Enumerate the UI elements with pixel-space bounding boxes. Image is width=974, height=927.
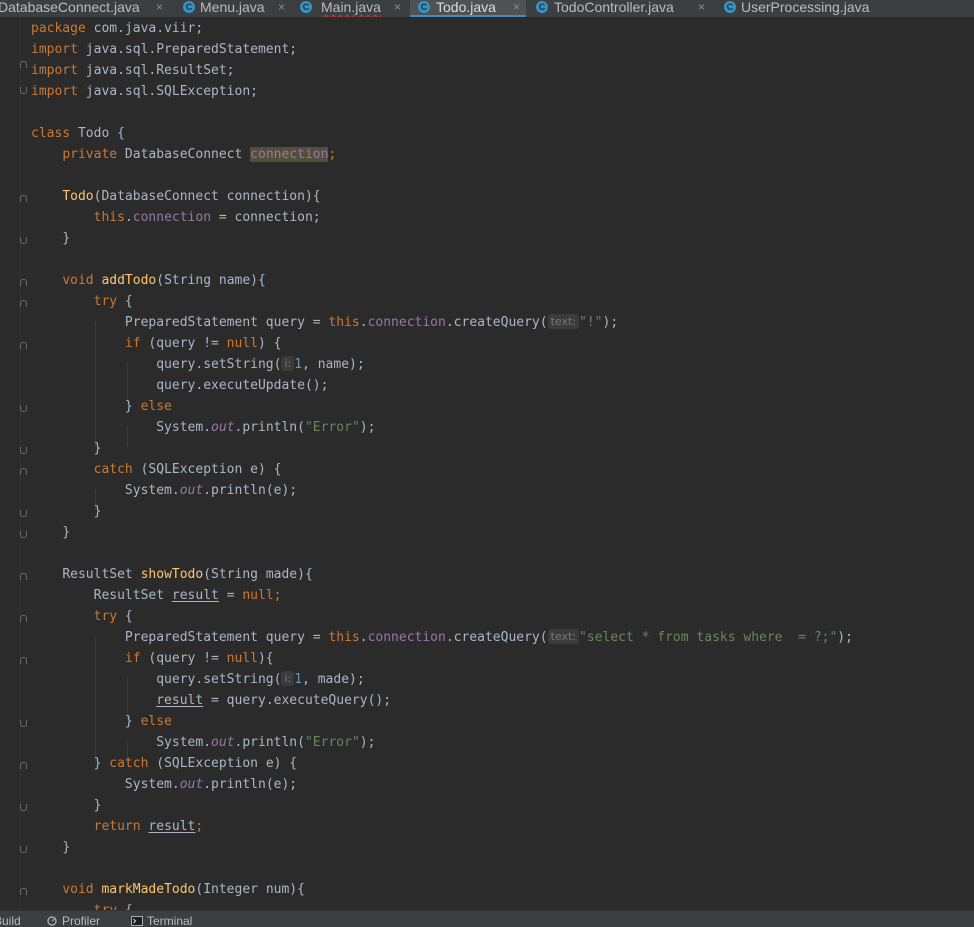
fold-end-icon[interactable] [20, 720, 27, 727]
class-file-icon: C [183, 1, 195, 13]
fold-start-icon[interactable] [20, 195, 27, 202]
code-line: void addTodo(String name){ [62, 273, 266, 288]
fold-start-icon[interactable] [20, 61, 27, 68]
class-file-icon: C [418, 1, 430, 13]
gutter-divider [20, 17, 21, 910]
code-line: private DatabaseConnect connection; [62, 147, 337, 162]
editor-tab-bar: DatabaseConnect.java × C Menu.java × C M… [0, 0, 974, 17]
code-line: this.connection = connection; [93, 210, 321, 225]
fold-start-icon[interactable] [20, 279, 27, 286]
fold-start-icon[interactable] [20, 468, 27, 475]
code-line: } [93, 504, 102, 519]
tab-menu[interactable]: C Menu.java × [180, 0, 294, 17]
fold-start-icon[interactable] [20, 657, 27, 664]
tab-todo[interactable]: C Todo.java × [410, 0, 526, 17]
code-line: class Todo { [31, 126, 125, 141]
code-line: Todo(DatabaseConnect connection){ [62, 189, 321, 204]
tab-todocontroller[interactable]: C TodoController.java × [526, 0, 716, 17]
fold-end-icon[interactable] [20, 447, 27, 454]
fold-end-icon[interactable] [20, 237, 27, 244]
code-line: PreparedStatement query = this.connectio… [124, 629, 853, 645]
fold-end-icon[interactable] [20, 804, 27, 811]
tab-label: DatabaseConnect.java [0, 0, 140, 15]
tool-label: Terminal [147, 914, 193, 927]
code-line: } else [124, 399, 172, 414]
code-line: PreparedStatement query = this.connectio… [124, 314, 619, 330]
code-line: System.out.println(e); [124, 777, 298, 792]
code-line: try { [93, 294, 133, 309]
code-line: query.setString(i: 1, name); [156, 356, 365, 372]
profiler-icon [47, 916, 57, 926]
fold-start-icon[interactable] [20, 300, 27, 307]
fold-start-icon[interactable] [20, 342, 27, 349]
tool-window-bar: Build Profiler Terminal [0, 910, 974, 927]
profiler-tool-button[interactable]: Profiler [46, 914, 100, 927]
code-line: import java.sql.PreparedStatement; [31, 42, 298, 57]
code-line: System.out.println("Error"); [156, 420, 376, 435]
fold-end-icon[interactable] [20, 405, 27, 412]
code-line: } [93, 441, 102, 456]
class-file-icon: C [300, 1, 312, 13]
code-line: System.out.println("Error"); [156, 735, 376, 750]
code-line: ResultSet showTodo(String made){ [62, 567, 313, 582]
code-line: if (query != null) { [124, 336, 282, 351]
code-line: ResultSet result = null; [93, 588, 282, 603]
parameter-hint: i: [281, 671, 295, 686]
tool-label: Build [0, 914, 21, 927]
tab-label: Main.java [321, 0, 381, 15]
parameter-hint: text: [547, 629, 580, 644]
tab-main[interactable]: C Main.java × [294, 0, 410, 17]
code-line: query.setString(i: 1, made); [156, 671, 365, 687]
tab-userprocessing[interactable]: C UserProcessing.java [716, 0, 974, 17]
tab-label: Menu.java [200, 0, 265, 15]
code-line: } [93, 798, 102, 813]
class-file-icon: C [724, 1, 736, 13]
code-line: try { [93, 609, 133, 624]
terminal-tool-button[interactable]: Terminal [131, 914, 192, 927]
fold-start-icon[interactable] [20, 615, 27, 622]
code-line: catch (SQLException e) { [93, 462, 282, 477]
close-icon[interactable]: × [394, 0, 401, 14]
fold-end-icon[interactable] [20, 510, 27, 517]
close-icon[interactable]: × [513, 0, 520, 14]
code-editor[interactable]: package com.java.viir; import java.sql.P… [0, 17, 974, 910]
tab-databaseconnect[interactable]: DatabaseConnect.java × [0, 0, 180, 17]
code-line: result = query.executeQuery(); [156, 693, 392, 708]
code-line: } [62, 840, 71, 855]
fold-end-icon[interactable] [20, 531, 27, 538]
close-icon[interactable]: × [698, 0, 705, 14]
fold-end-icon[interactable] [20, 87, 27, 94]
code-line: } else [124, 714, 172, 729]
code-line: } [62, 231, 71, 246]
parameter-hint: i: [281, 356, 295, 371]
close-icon[interactable]: × [278, 0, 285, 14]
code-line: } [62, 525, 71, 540]
code-line: System.out.println(e); [124, 483, 298, 498]
code-line: return result; [93, 819, 204, 834]
code-line: try { [31, 900, 133, 910]
code-line: } catch (SQLException e) { [93, 756, 298, 771]
tab-label: Todo.java [436, 0, 496, 15]
code-line: if (query != null){ [124, 651, 274, 666]
fold-start-icon[interactable] [20, 762, 27, 769]
class-file-icon: C [536, 1, 548, 13]
tab-label: TodoController.java [554, 0, 674, 15]
fold-start-icon[interactable] [20, 888, 27, 895]
close-icon[interactable]: × [156, 0, 163, 14]
code-line: package com.java.viir; [31, 21, 204, 36]
code-line: void markMadeTodo(Integer num){ [62, 882, 305, 897]
tool-label: Profiler [62, 914, 101, 927]
fold-start-icon[interactable] [20, 573, 27, 580]
code-line: import java.sql.ResultSet; [31, 63, 235, 78]
tab-label: UserProcessing.java [741, 0, 870, 15]
terminal-icon [131, 916, 143, 926]
fold-end-icon[interactable] [20, 846, 27, 853]
code-line: import java.sql.SQLException; [31, 84, 258, 99]
code-line: query.executeUpdate(); [156, 378, 329, 393]
parameter-hint: text: [547, 314, 580, 329]
build-tool-button[interactable]: Build [0, 914, 21, 927]
